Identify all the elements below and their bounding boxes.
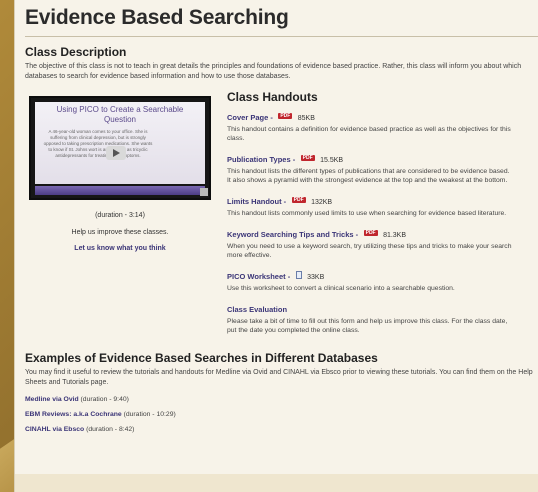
examples-heading: Examples of Evidence Based Searches in D…: [25, 351, 378, 365]
example-duration: (duration - 9:40): [80, 396, 129, 403]
handout-link[interactable]: Cover Page -: [227, 113, 273, 122]
example-link[interactable]: Medline via Ovid: [25, 396, 79, 403]
page-footer: [15, 474, 538, 492]
video-column: Using PICO to Create a Searchable Questi…: [25, 90, 215, 341]
page-frame: Evidence Based Searching Class Descripti…: [14, 0, 538, 492]
page-title: Evidence Based Searching: [25, 6, 538, 37]
file-size: 81.3KB: [383, 232, 407, 239]
example-item: CINAHL via Ebsco (duration - 8:42): [25, 426, 538, 433]
example-duration: (duration - 10:29): [123, 411, 176, 418]
pdf-icon: PDF: [300, 154, 315, 161]
handout-description: This handout lists commonly used limits …: [227, 210, 507, 217]
file-size: 15.5KB: [320, 157, 344, 164]
example-item: EBM Reviews: a.k.a Cochrane (duration - …: [25, 411, 538, 418]
slide-title: Using PICO to Create a Searchable Questi…: [56, 105, 184, 124]
play-icon[interactable]: [106, 146, 126, 160]
video-duration: (duration - 3:14): [95, 212, 145, 219]
example-link[interactable]: CINAHL via Ebsco: [25, 426, 84, 433]
example-duration: (duration - 8:42): [86, 426, 135, 433]
help-text: Help us improve these classes.: [71, 229, 169, 236]
examples-section: Examples of Evidence Based Searches in D…: [25, 351, 538, 433]
handout-item: Class Evaluation Please take a bit of ti…: [227, 299, 515, 335]
pdf-icon: PDF: [278, 112, 293, 119]
handout-link[interactable]: Class Evaluation: [227, 305, 287, 314]
class-description-text: The objective of this class is not to te…: [25, 63, 522, 80]
document-icon: [295, 270, 302, 279]
file-size: 132KB: [311, 199, 333, 206]
content: Evidence Based Searching Class Descripti…: [15, 0, 538, 433]
example-link[interactable]: EBM Reviews: a.k.a Cochrane: [25, 411, 122, 418]
video-slide: Using PICO to Create a Searchable Questi…: [35, 102, 205, 184]
handout-item: Limits Handout - PDF 132KB This handout …: [227, 191, 515, 218]
handouts-column: Class Handouts Cover Page - PDF 85KB Thi…: [215, 90, 515, 341]
video-control-bar[interactable]: [35, 186, 205, 195]
main-row: Using PICO to Create a Searchable Questi…: [25, 90, 538, 341]
handout-item: PICO Worksheet - 33KB Use this worksheet…: [227, 266, 515, 293]
examples-text: You may find it useful to review the tut…: [25, 369, 533, 386]
handout-link[interactable]: Keyword Searching Tips and Tricks -: [227, 230, 358, 239]
handout-item: Cover Page - PDF 85KB This handout conta…: [227, 107, 515, 143]
video-player[interactable]: Using PICO to Create a Searchable Questi…: [29, 96, 211, 200]
pdf-icon: PDF: [363, 229, 378, 236]
file-size: 85KB: [297, 115, 315, 122]
pdf-icon: PDF: [291, 196, 306, 203]
handout-description: When you need to use a keyword search, t…: [227, 243, 512, 259]
slide-body: A 46-year-old woman comes to your office…: [43, 129, 153, 158]
handout-item: Publication Types - PDF 15.5KB This hand…: [227, 149, 515, 185]
handout-link[interactable]: Limits Handout -: [227, 197, 286, 206]
handout-link[interactable]: PICO Worksheet -: [227, 272, 290, 281]
fullscreen-icon[interactable]: [200, 188, 208, 196]
example-item: Medline via Ovid (duration - 9:40): [25, 396, 538, 403]
file-size: 33KB: [307, 274, 325, 281]
feedback-link[interactable]: Let us know what you think: [25, 245, 215, 252]
class-description-heading: Class Description: [25, 45, 127, 59]
handouts-heading: Class Handouts: [227, 90, 318, 104]
handout-link[interactable]: Publication Types -: [227, 155, 295, 164]
handout-item: Keyword Searching Tips and Tricks - PDF …: [227, 224, 515, 260]
handout-description: This handout contains a definition for e…: [227, 126, 511, 142]
handout-description: Please take a bit of time to fill out th…: [227, 318, 508, 334]
handout-description: Use this worksheet to convert a clinical…: [227, 285, 455, 292]
handout-description: This handout lists the different types o…: [227, 168, 510, 184]
